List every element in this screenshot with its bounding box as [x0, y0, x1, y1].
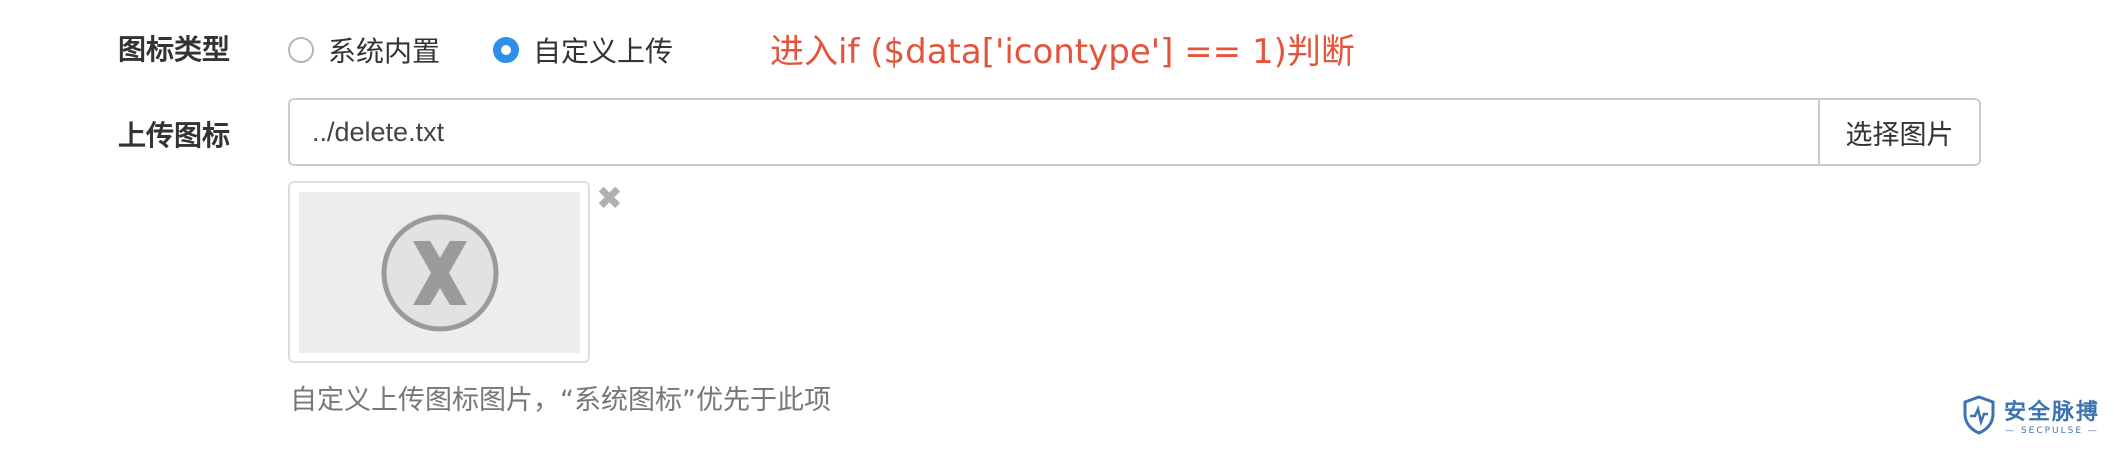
radio-system-builtin[interactable]: 系统内置	[288, 30, 440, 70]
preview-placeholder	[299, 192, 580, 353]
radio-button-checked[interactable]	[493, 37, 519, 63]
shield-icon	[1963, 395, 1995, 435]
watermark-subtitle: — SECPULSE —	[2005, 426, 2099, 436]
upload-icon-label: 上传图标	[117, 119, 230, 152]
radio-custom-upload[interactable]: 自定义上传	[493, 30, 673, 70]
upload-help-text: 自定义上传图标图片，“系统图标”优先于此项	[290, 385, 831, 416]
radio-system-builtin-label[interactable]: 系统内置	[328, 30, 440, 70]
broken-image-x-icon	[381, 214, 498, 331]
upload-input-group: 选择图片	[288, 98, 1981, 166]
watermark-title: 安全脉搏	[2004, 400, 2101, 425]
icon-type-label: 图标类型	[117, 33, 230, 66]
select-image-button[interactable]: 选择图片	[1818, 98, 1981, 166]
radio-button-unchecked[interactable]	[288, 37, 314, 63]
code-annotation: 进入if ($data['icontype'] == 1)判断	[770, 32, 1355, 72]
secpulse-watermark: 安全脉搏 — SECPULSE —	[1962, 394, 2100, 436]
close-icon[interactable]: ✖	[596, 182, 623, 214]
radio-custom-upload-label[interactable]: 自定义上传	[533, 30, 673, 70]
upload-path-input[interactable]	[288, 98, 1818, 166]
image-preview	[288, 181, 590, 363]
